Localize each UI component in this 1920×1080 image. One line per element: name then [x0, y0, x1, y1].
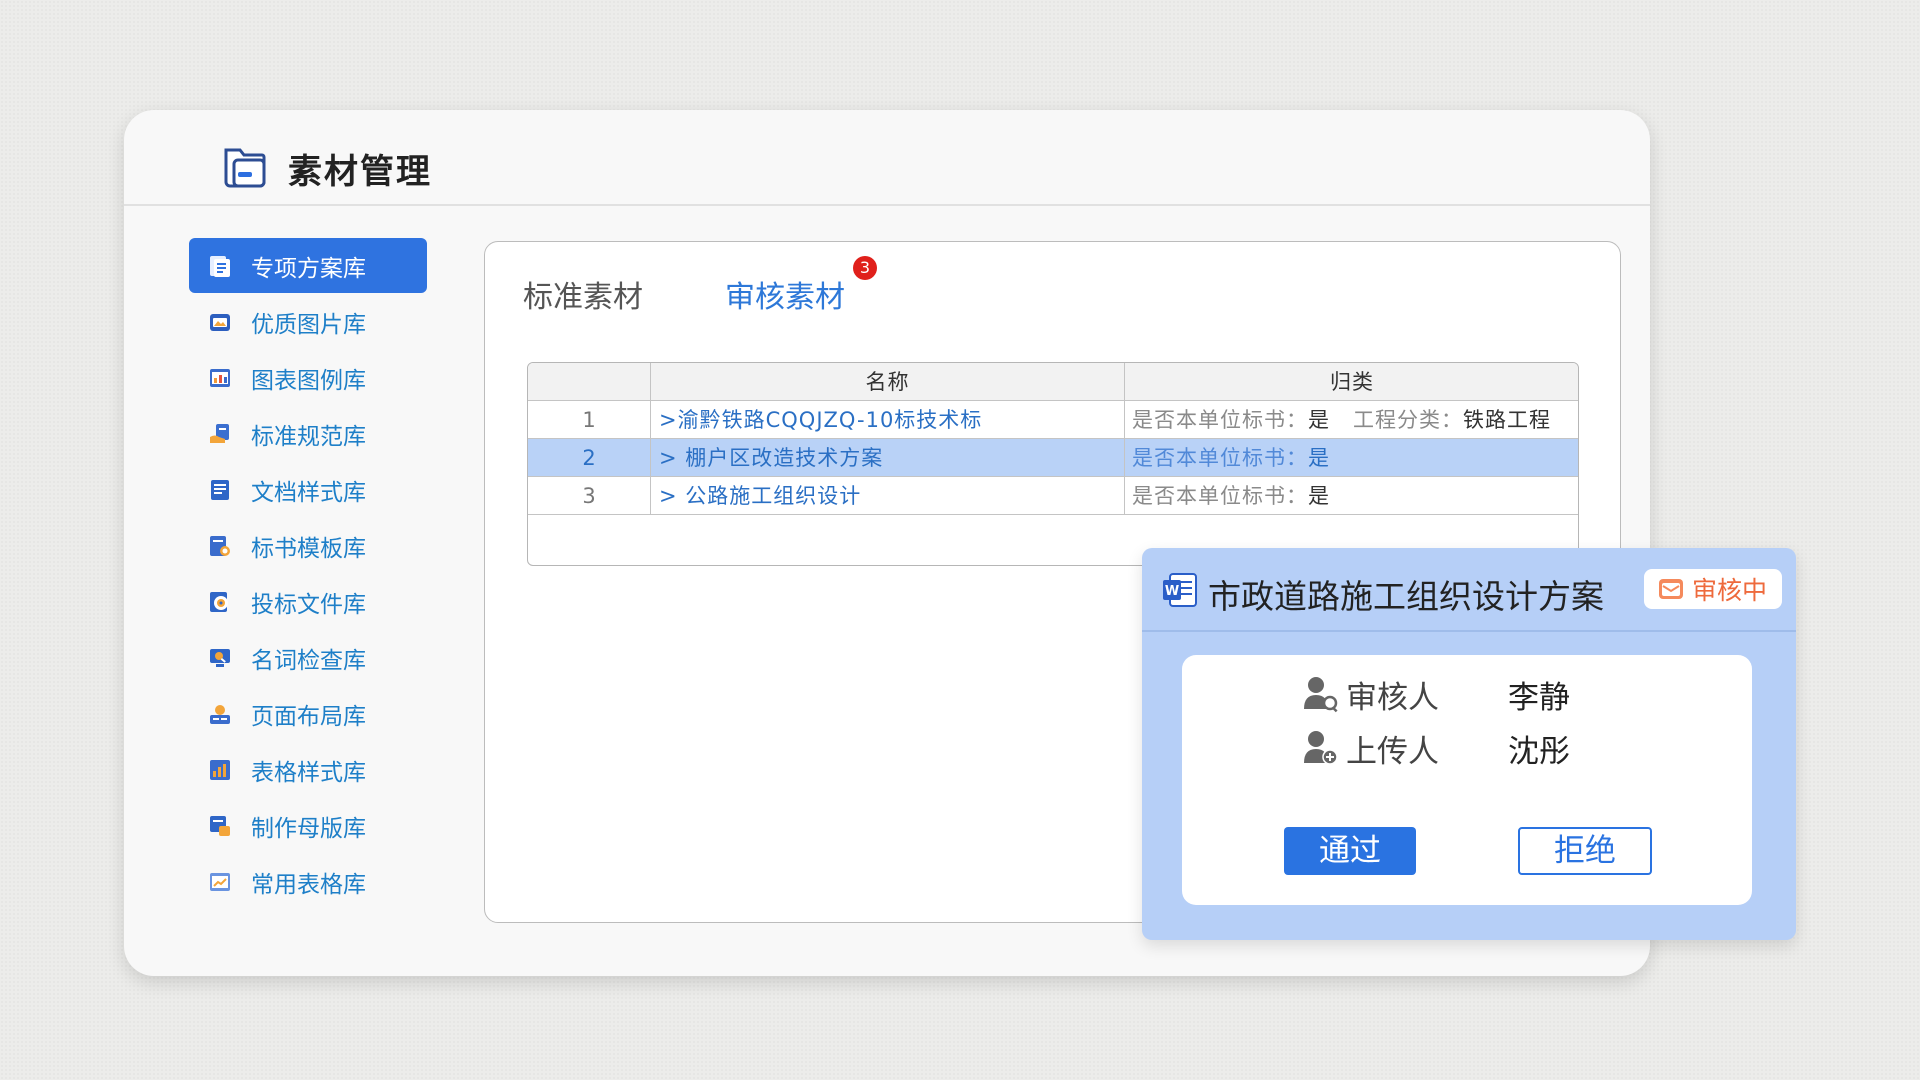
reviewer-row: 审核人 李静: [1302, 669, 1570, 719]
hand-document-icon: [210, 423, 229, 443]
row-name-link[interactable]: >渝黔铁路CQQJZQ-10标技术标: [651, 401, 1125, 438]
sidebar-item-label: 标准规范库: [251, 423, 366, 450]
reject-button[interactable]: 拒绝: [1518, 827, 1652, 875]
sidebar-item-label: 投标文件库: [251, 591, 366, 618]
document-list-icon: [211, 479, 229, 500]
sidebar-item-quality-images[interactable]: 优质图片库: [189, 294, 427, 349]
sidebar-item-label: 专项方案库: [251, 255, 366, 282]
sidebar-item-bid-files[interactable]: 投标文件库: [189, 574, 427, 629]
image-card-icon: [210, 313, 230, 331]
sidebar-item-label: 常用表格库: [251, 871, 366, 898]
sidebar-item-table-styles[interactable]: 表格样式库: [189, 742, 427, 797]
sidebar-item-label: 文档样式库: [251, 479, 366, 506]
search-monitor-icon: [210, 648, 230, 667]
reviewer-name: 李静: [1508, 679, 1570, 716]
table-row[interactable]: 3 > 公路施工组织设计 是否本单位标书：是: [528, 477, 1578, 515]
reviewer-label: 审核人: [1346, 679, 1439, 716]
tab-standard-materials[interactable]: 标准素材: [523, 272, 643, 316]
sidebar-item-term-check[interactable]: 名词检查库: [189, 630, 427, 685]
row-index: 2: [528, 439, 651, 476]
sidebar-item-label: 图表图例库: [251, 367, 366, 394]
table-header-row: 名称 归类: [528, 363, 1578, 401]
review-card-body: 审核人 李静 上传人 沈彤 通过 拒绝: [1182, 655, 1752, 905]
column-header-index: [528, 363, 651, 400]
sidebar-item-standards[interactable]: 标准规范库: [189, 406, 427, 461]
materials-table: 名称 归类 1 >渝黔铁路CQQJZQ-10标技术标 是否本单位标书：是 工程分…: [527, 362, 1579, 566]
category-label: 是否本单位标书：: [1132, 408, 1308, 432]
layout-sun-icon: [210, 704, 230, 724]
review-card-header: W 市政道路施工组织设计方案 审核中: [1142, 548, 1796, 632]
category-value: 是: [1308, 446, 1330, 470]
sidebar-item-bid-templates[interactable]: 标书模板库: [189, 518, 427, 573]
uploader-row: 上传人 沈彤: [1302, 723, 1570, 773]
sidebar-item-label: 制作母版库: [251, 815, 366, 842]
sidebar-item-master-templates[interactable]: 制作母版库: [189, 798, 427, 853]
table-row[interactable]: 2 > 棚户区改造技术方案 是否本单位标书：是: [528, 439, 1578, 477]
document-stack-icon: [210, 255, 230, 277]
sidebar-item-label: 表格样式库: [251, 759, 366, 786]
status-mail-icon: [1659, 579, 1683, 599]
page-title: 素材管理: [288, 152, 432, 192]
category-label: 是否本单位标书：: [1132, 446, 1308, 470]
app-header: 素材管理: [124, 110, 1650, 206]
person-add-icon: [1304, 731, 1338, 765]
bar-chart-icon: [210, 759, 230, 780]
row-category: 是否本单位标书：是: [1126, 477, 1578, 514]
person-search-icon: [1304, 677, 1338, 713]
sidebar-item-label: 名词检查库: [251, 647, 366, 674]
row-name-link[interactable]: > 公路施工组织设计: [651, 477, 1125, 514]
target-document-icon: [210, 591, 228, 612]
status-text: 审核中: [1692, 576, 1768, 605]
review-card: W 市政道路施工组织设计方案 审核中 审核人 李静 上传人 沈彤 通过 拒绝: [1142, 548, 1796, 940]
row-index: 3: [528, 477, 651, 514]
column-header-name: 名称: [651, 363, 1125, 400]
sidebar-item-special-plan[interactable]: 专项方案库: [189, 238, 427, 293]
folder-card-icon: [224, 148, 266, 188]
category-label: 工程分类：: [1353, 408, 1464, 432]
sidebar-item-label: 页面布局库: [251, 703, 366, 730]
tab-review-materials[interactable]: 审核素材: [725, 272, 845, 316]
uploader-name: 沈彤: [1508, 733, 1570, 770]
row-name-link[interactable]: > 棚户区改造技术方案: [651, 439, 1125, 476]
word-document-icon: W: [1163, 573, 1197, 607]
approve-button[interactable]: 通过: [1284, 827, 1416, 875]
chart-board-icon: [210, 368, 230, 387]
category-value: 是: [1308, 484, 1330, 508]
sidebar: 专项方案库 优质图片库 图表图例库 标准规范库 文档样式库 标书模板库 投标文件…: [189, 238, 427, 910]
review-count-badge: 3: [853, 256, 877, 280]
status-badge: 审核中: [1644, 569, 1782, 609]
row-category: 是否本单位标书：是: [1126, 439, 1578, 476]
row-category: 是否本单位标书：是 工程分类：铁路工程: [1126, 401, 1578, 438]
svg-text:W: W: [1165, 584, 1179, 599]
sidebar-item-page-layout[interactable]: 页面布局库: [189, 686, 427, 741]
review-file-title: 市政道路施工组织设计方案: [1208, 577, 1604, 616]
category-value: 铁路工程: [1463, 408, 1552, 432]
category-label: 是否本单位标书：: [1132, 484, 1308, 508]
template-search-icon: [210, 535, 230, 556]
row-index: 1: [528, 401, 651, 438]
table-row[interactable]: 1 >渝黔铁路CQQJZQ-10标技术标 是否本单位标书：是 工程分类：铁路工程: [528, 401, 1578, 439]
sidebar-item-label: 标书模板库: [251, 535, 366, 562]
table-chart-icon: [210, 872, 230, 891]
column-header-category: 归类: [1330, 370, 1374, 394]
sidebar-item-common-tables[interactable]: 常用表格库: [189, 854, 427, 909]
uploader-label: 上传人: [1346, 733, 1439, 770]
sidebar-item-chart-legends[interactable]: 图表图例库: [189, 350, 427, 405]
sidebar-item-doc-styles[interactable]: 文档样式库: [189, 462, 427, 517]
category-value: 是: [1308, 408, 1330, 432]
sidebar-item-label: 优质图片库: [251, 311, 366, 338]
master-template-icon: [210, 815, 230, 836]
